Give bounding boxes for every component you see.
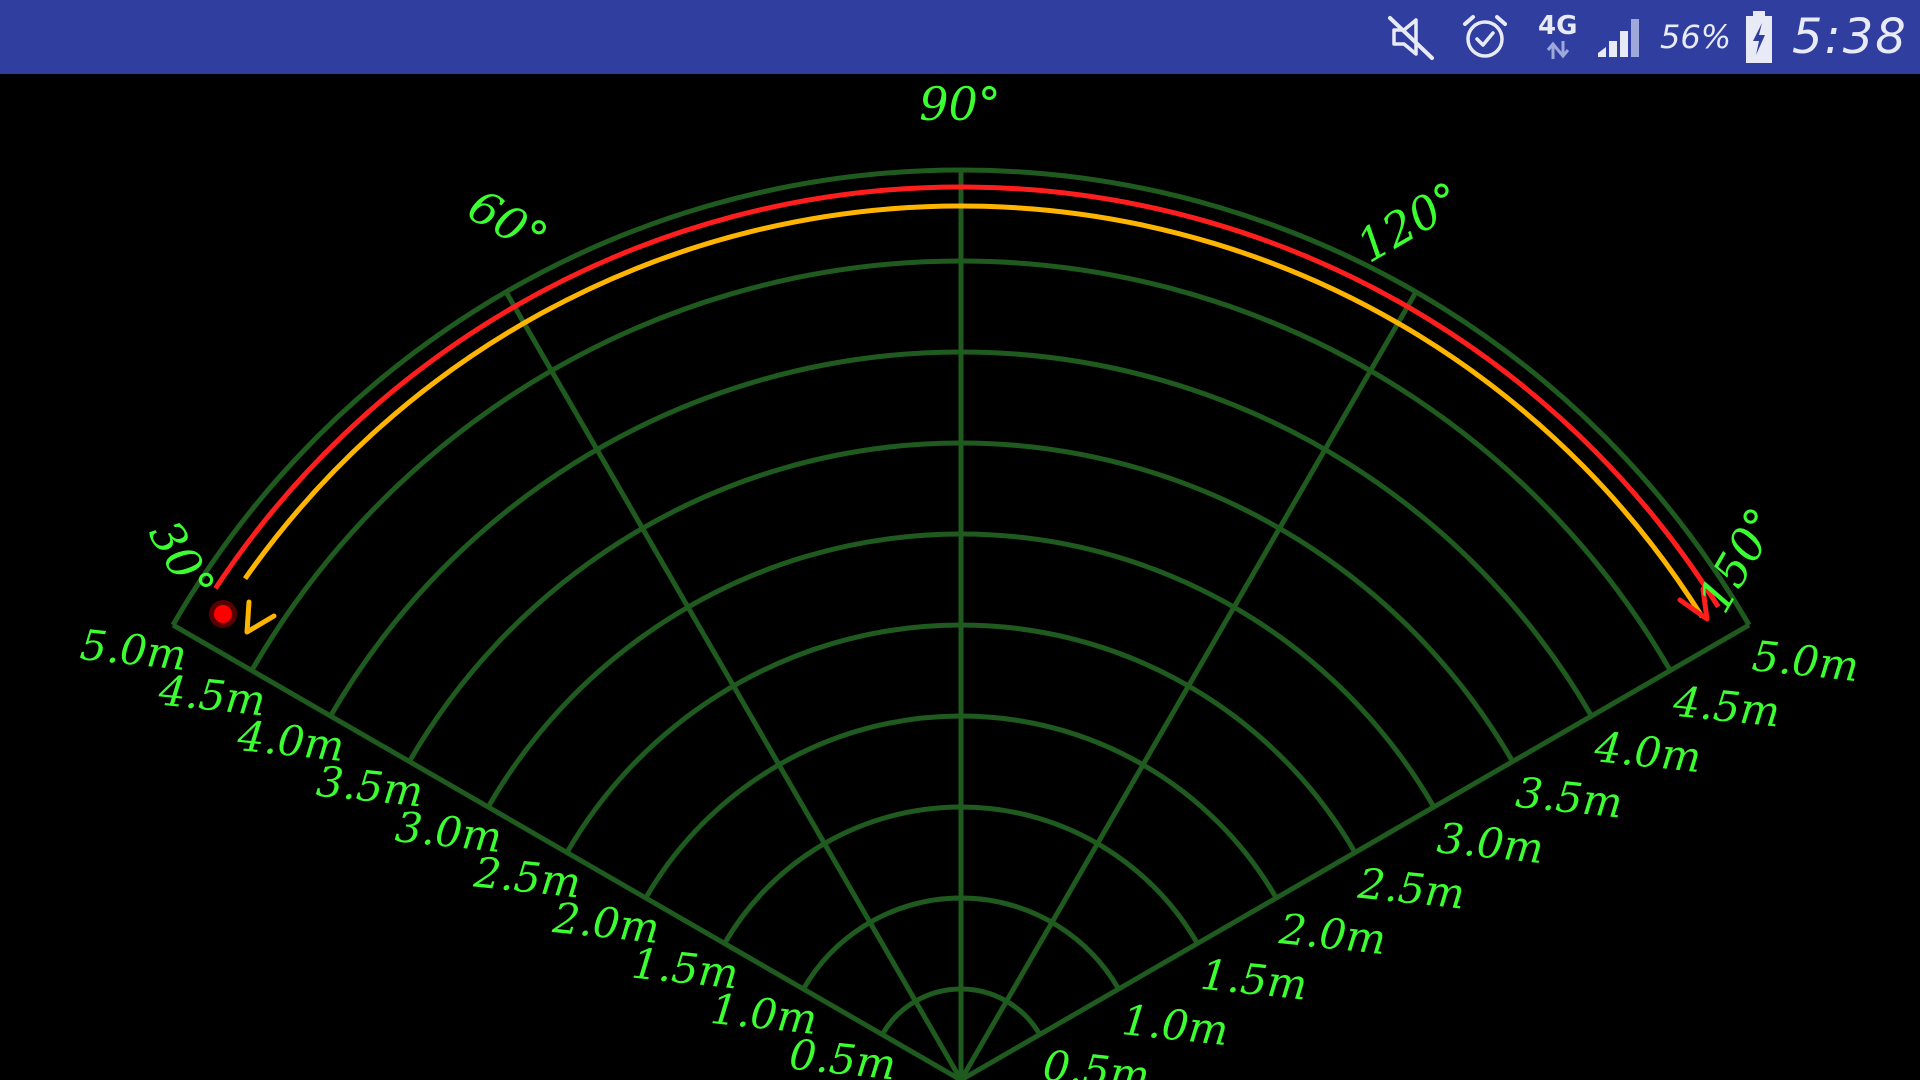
distance-label-right-6: 3.0m <box>1435 813 1546 873</box>
battery-percent: 56% <box>1660 18 1732 56</box>
angle-labels: 30° 60° 90° 120° 150° <box>138 77 1789 621</box>
spoke-150 <box>171 622 963 1080</box>
sweep-arrow-inner-icon <box>244 599 277 635</box>
sweep-arc-outer <box>213 184 1721 609</box>
distance-label-right-7: 3.5m <box>1514 768 1625 828</box>
angle-label-90: 90° <box>919 77 1001 131</box>
angle-label-120: 120° <box>1348 171 1471 273</box>
distance-label-right-9: 4.5m <box>1670 677 1782 737</box>
angle-spokes <box>171 170 1751 1080</box>
angle-label-150: 150° <box>1687 499 1789 622</box>
angle-label-60: 60° <box>459 178 557 266</box>
status-bar: 4G 56% 5:38 <box>0 0 1920 74</box>
distance-label-right-10: 5.0m <box>1750 631 1861 691</box>
battery-charging-icon <box>1744 0 1774 74</box>
sweep-arc-inner <box>243 203 1705 619</box>
distance-label-left-10: 5.0m <box>78 620 189 680</box>
distance-label-right-4: 2.0m <box>1276 904 1388 964</box>
spoke-30 <box>959 622 1751 1080</box>
signal-icon <box>1594 0 1646 74</box>
mute-icon <box>1386 0 1436 74</box>
sweep-arcs <box>209 184 1721 635</box>
angle-label-30: 30° <box>138 511 226 609</box>
distance-label-right-2: 1.0m <box>1120 995 1231 1055</box>
network-indicator: 4G <box>1538 0 1577 74</box>
alarm-icon <box>1460 0 1510 74</box>
network-type: 4G <box>1538 11 1578 41</box>
spoke-60 <box>958 290 1419 1080</box>
clock: 5:38 <box>1792 9 1908 65</box>
data-arrows-icon <box>1546 41 1569 59</box>
distance-label-right-3: 1.5m <box>1198 950 1309 1010</box>
distance-label-right-8: 4.0m <box>1591 722 1703 782</box>
target-dot <box>214 605 232 623</box>
distance-label-right-5: 2.5m <box>1355 859 1467 919</box>
radar-display: 30°60°90°120°150° 0.5m 0.5m1.0m 1.0m1.5m 1.… <box>78 77 1861 1080</box>
distance-label-right-1: 0.5m <box>1041 1041 1152 1080</box>
